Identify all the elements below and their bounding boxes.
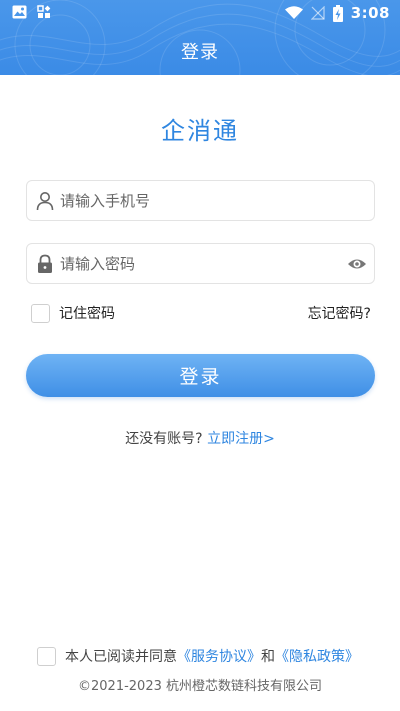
agreement-row: 本人已阅读并同意《服务协议》和《隐私政策》 [37, 645, 377, 667]
agreement-text: 本人已阅读并同意《服务协议》和《隐私政策》 [65, 646, 359, 666]
eye-icon[interactable] [347, 255, 367, 273]
register-prompt: 还没有账号? [125, 431, 203, 447]
page-title: 登录 [181, 42, 219, 63]
copyright-text: ©2021-2023 杭州橙芯数链科技有限公司 [78, 679, 322, 694]
no-signal-icon [310, 6, 325, 20]
lock-icon [38, 254, 52, 273]
status-bar: 3:08 [0, 0, 400, 26]
status-time: 3:08 [350, 4, 390, 22]
remember-label: 记住密码 [59, 306, 115, 322]
agreement-prefix: 本人已阅读并同意 [65, 649, 177, 665]
password-field[interactable] [26, 243, 375, 284]
phone-input[interactable] [60, 181, 340, 220]
app-notification-icon [37, 5, 51, 18]
remember-row: 记住密码 忘记密码? [31, 302, 371, 324]
wifi-icon [284, 6, 303, 19]
image-notification-icon [12, 5, 27, 19]
header-bar: 3:08 登录 [0, 0, 400, 75]
register-link[interactable]: 立即注册> [207, 431, 275, 447]
service-agreement-link[interactable]: 《服务协议》 [177, 649, 261, 665]
login-button[interactable]: 登录 [26, 354, 375, 397]
agreement-conjunction: 和 [261, 649, 275, 665]
password-input[interactable] [60, 244, 340, 283]
agreement-checkbox[interactable] [37, 647, 56, 666]
user-icon [36, 192, 54, 211]
register-row: 还没有账号? 立即注册> [0, 428, 400, 448]
app-name: 企消通 [161, 117, 239, 145]
phone-field[interactable] [26, 180, 375, 221]
forgot-password-link[interactable]: 忘记密码? [308, 303, 371, 323]
remember-checkbox[interactable] [31, 304, 50, 323]
privacy-policy-link[interactable]: 《隐私政策》 [275, 649, 359, 665]
battery-charging-icon [332, 4, 343, 22]
